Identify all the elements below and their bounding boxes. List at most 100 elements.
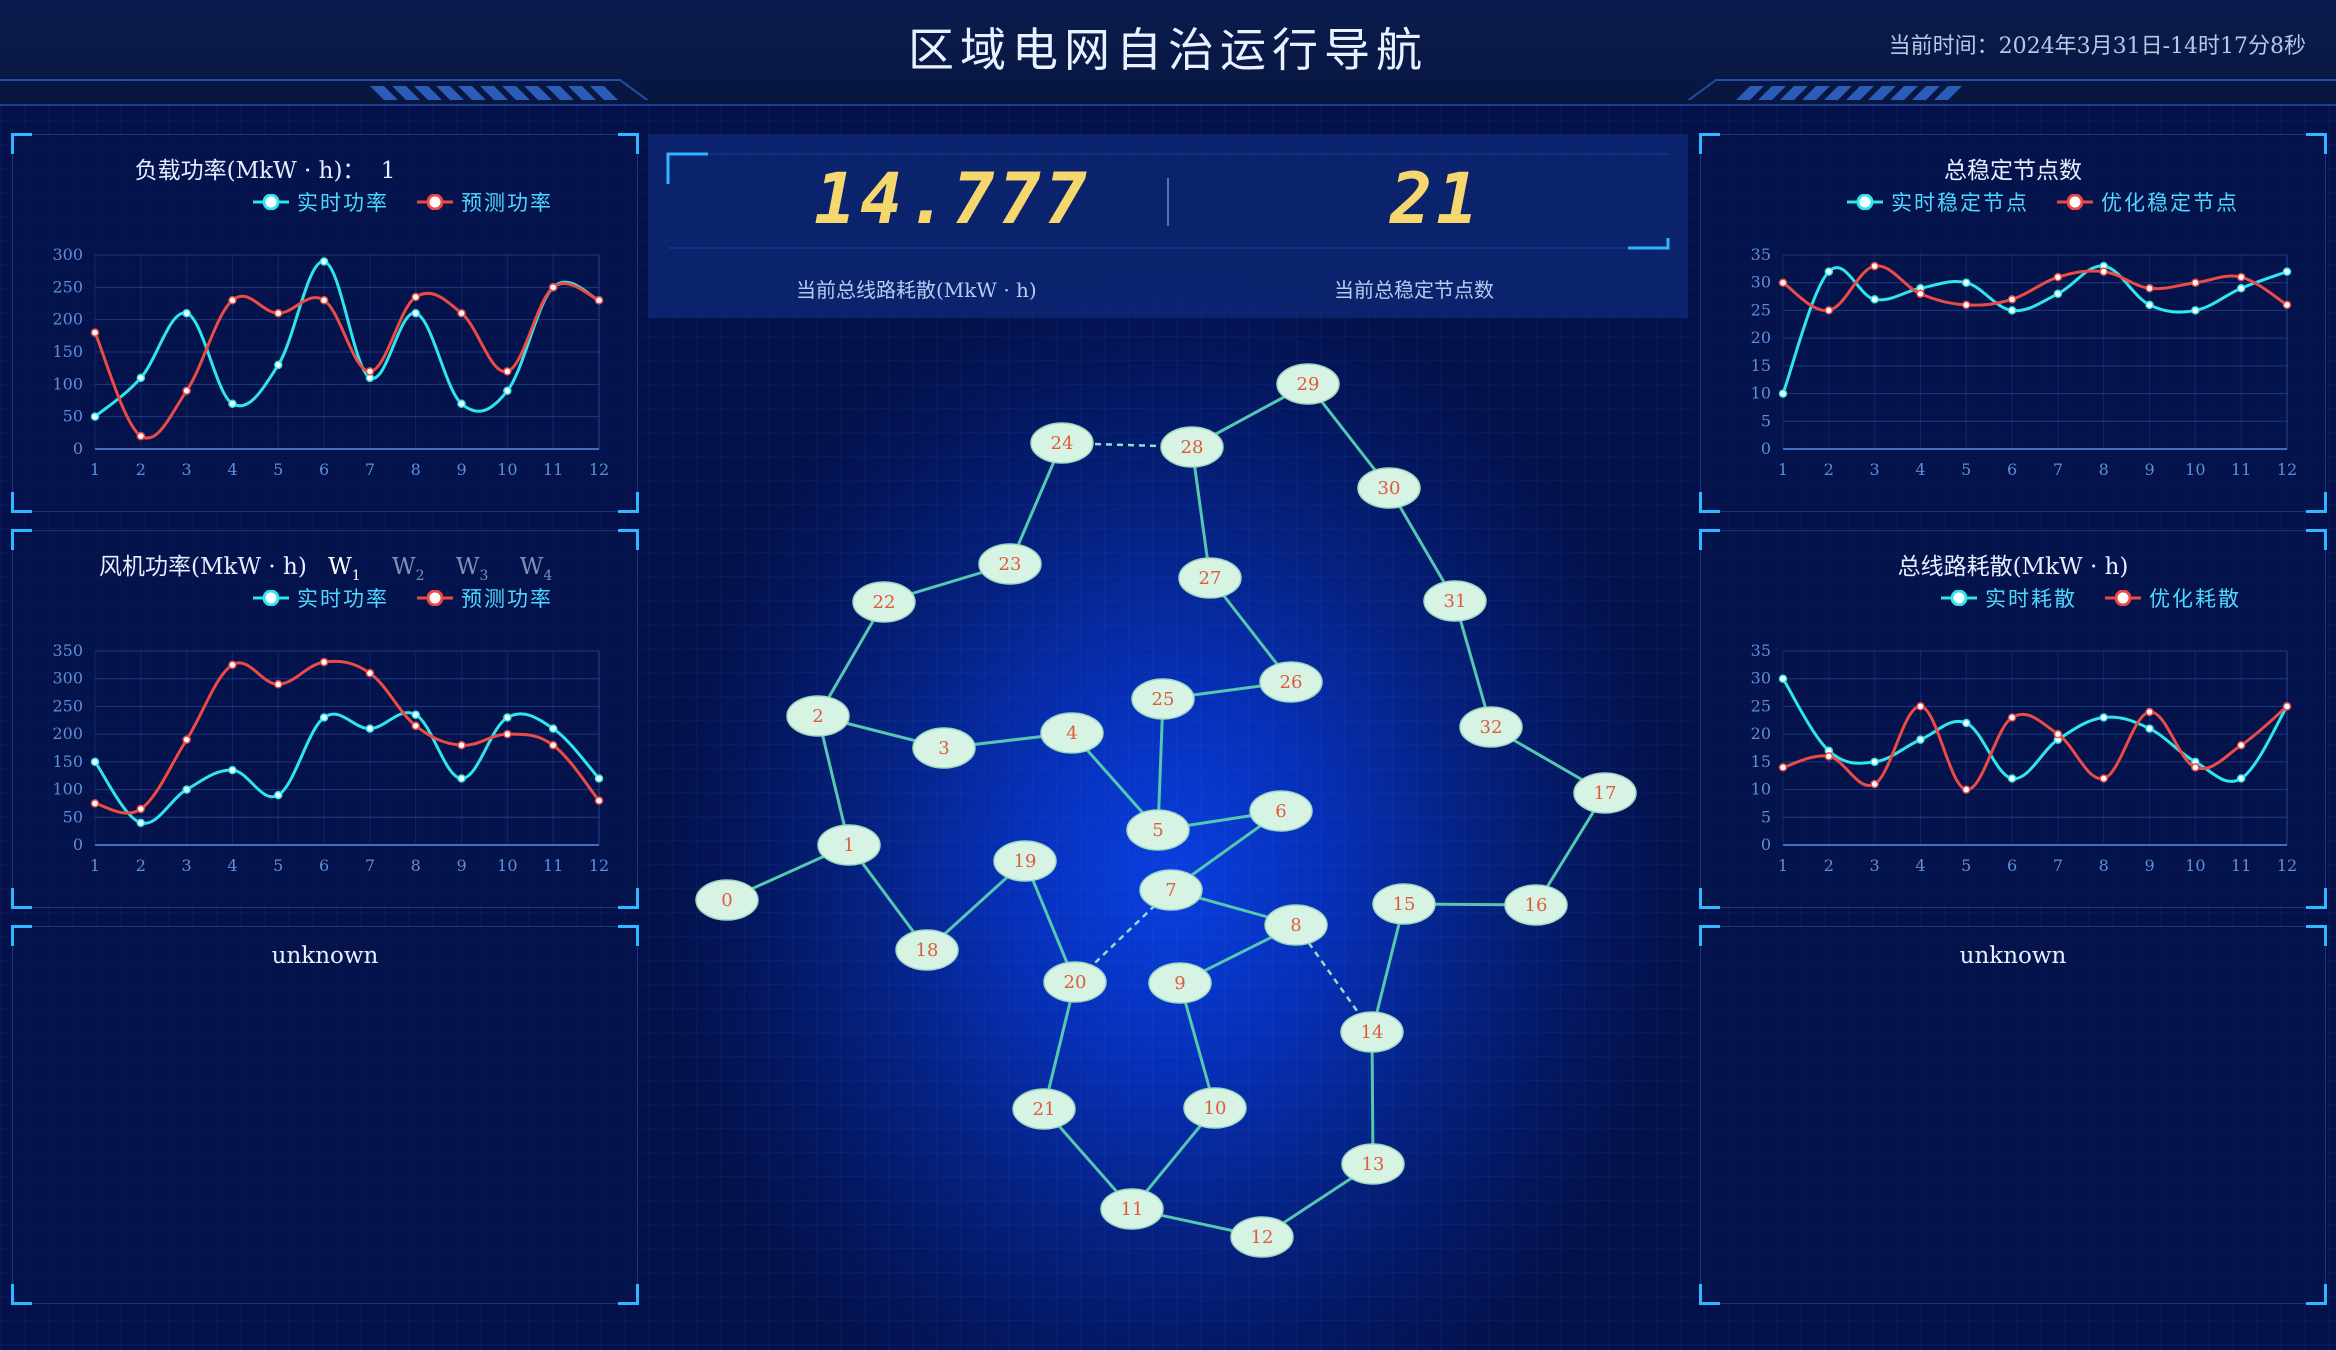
data-point[interactable] <box>503 367 512 376</box>
data-point[interactable] <box>228 296 237 305</box>
data-point[interactable] <box>1778 674 1788 683</box>
data-point[interactable] <box>2282 702 2292 711</box>
left-bottom-title: unknown <box>271 943 379 969</box>
data-point[interactable] <box>2191 763 2200 772</box>
data-point[interactable] <box>90 412 100 421</box>
data-point[interactable] <box>548 740 558 750</box>
data-point[interactable] <box>319 713 329 722</box>
y-tick-label: 15 <box>1751 356 1771 375</box>
data-point[interactable] <box>2007 295 2017 304</box>
data-point[interactable] <box>1824 752 1834 761</box>
data-point[interactable] <box>503 713 512 722</box>
data-point[interactable] <box>594 774 604 783</box>
data-point[interactable] <box>2236 740 2246 750</box>
data-point[interactable] <box>411 721 420 731</box>
data-point[interactable] <box>274 360 283 370</box>
data-point[interactable] <box>2282 300 2292 310</box>
data-point[interactable] <box>182 785 191 794</box>
data-point[interactable] <box>365 724 375 733</box>
data-point[interactable] <box>319 296 329 305</box>
x-tick-label: 4 <box>227 460 237 479</box>
x-tick-label: 1 <box>1778 856 1788 875</box>
data-point[interactable] <box>1824 267 1834 276</box>
data-point[interactable] <box>594 796 604 805</box>
data-point[interactable] <box>2145 707 2154 717</box>
grid-network-graph: 0123456789101112131415 161718192021222324… <box>695 363 1637 1258</box>
data-point[interactable] <box>1962 718 1971 728</box>
data-point[interactable] <box>1870 295 1879 304</box>
x-tick-label: 1 <box>1778 460 1788 479</box>
data-point[interactable] <box>2282 267 2292 276</box>
data-point[interactable] <box>1824 306 1834 315</box>
data-point[interactable] <box>319 257 329 266</box>
data-point[interactable] <box>2099 774 2108 783</box>
data-point[interactable] <box>136 431 146 441</box>
data-point[interactable] <box>274 308 283 318</box>
data-point[interactable] <box>457 774 466 783</box>
x-tick-label: 9 <box>2144 460 2154 479</box>
data-point[interactable] <box>90 799 100 808</box>
data-point[interactable] <box>2191 306 2200 315</box>
line-loss-panel: 总线路耗散(MkW · h) 实时耗散 优化耗散 0 5 10 15 20 25 30 35 1… <box>1699 529 2327 909</box>
data-point[interactable] <box>1870 261 1879 271</box>
data-point[interactable] <box>1916 702 1925 711</box>
data-point[interactable] <box>411 292 420 302</box>
data-point[interactable] <box>274 680 283 689</box>
data-point[interactable] <box>228 660 237 670</box>
data-point[interactable] <box>2145 724 2154 733</box>
data-point[interactable] <box>182 308 191 318</box>
data-point[interactable] <box>319 657 329 667</box>
data-point[interactable] <box>90 757 100 767</box>
x-tick-label: 7 <box>2053 460 2063 479</box>
data-point[interactable] <box>548 283 558 292</box>
data-point[interactable] <box>594 296 604 305</box>
data-point[interactable] <box>2191 278 2200 287</box>
node-label: 5 <box>1152 820 1163 841</box>
data-point[interactable] <box>2053 289 2063 299</box>
data-point[interactable] <box>1870 779 1879 789</box>
data-point[interactable] <box>2007 774 2017 783</box>
data-point[interactable] <box>1962 278 1971 287</box>
data-point[interactable] <box>411 710 420 719</box>
data-point[interactable] <box>365 367 375 376</box>
data-point[interactable] <box>2099 267 2108 276</box>
data-point[interactable] <box>548 724 558 733</box>
stable-nodes-label: 当前总稳定节点数 <box>1334 278 1494 302</box>
data-point[interactable] <box>1962 300 1971 310</box>
data-point[interactable] <box>2145 284 2154 293</box>
data-point[interactable] <box>457 399 466 408</box>
data-point[interactable] <box>228 399 237 408</box>
data-point[interactable] <box>1778 278 1788 287</box>
data-point[interactable] <box>90 328 100 337</box>
data-point[interactable] <box>182 386 191 396</box>
data-point[interactable] <box>457 740 466 750</box>
data-point[interactable] <box>2099 713 2108 722</box>
data-point[interactable] <box>2053 272 2063 282</box>
data-point[interactable] <box>457 308 466 318</box>
data-point[interactable] <box>228 765 237 775</box>
node-label: 2 <box>812 706 823 727</box>
data-point[interactable] <box>1962 785 1971 794</box>
data-point[interactable] <box>503 729 512 739</box>
data-point[interactable] <box>1916 289 1925 299</box>
data-point[interactable] <box>2007 713 2017 722</box>
data-point[interactable] <box>2007 306 2017 315</box>
data-point[interactable] <box>1778 763 1788 772</box>
data-point[interactable] <box>182 735 191 744</box>
data-point[interactable] <box>2053 729 2063 739</box>
data-point[interactable] <box>411 308 420 318</box>
data-point[interactable] <box>274 790 283 800</box>
x-tick-label: 2 <box>136 856 146 875</box>
data-point[interactable] <box>503 386 512 396</box>
data-point[interactable] <box>365 668 375 678</box>
data-point[interactable] <box>1870 757 1879 767</box>
data-point[interactable] <box>2236 272 2246 282</box>
data-point[interactable] <box>1778 389 1788 398</box>
data-point[interactable] <box>136 818 146 828</box>
data-point[interactable] <box>136 804 146 814</box>
data-point[interactable] <box>1916 735 1925 744</box>
data-point[interactable] <box>136 373 146 383</box>
data-point[interactable] <box>2236 284 2246 293</box>
data-point[interactable] <box>2145 300 2154 310</box>
data-point[interactable] <box>2236 774 2246 783</box>
